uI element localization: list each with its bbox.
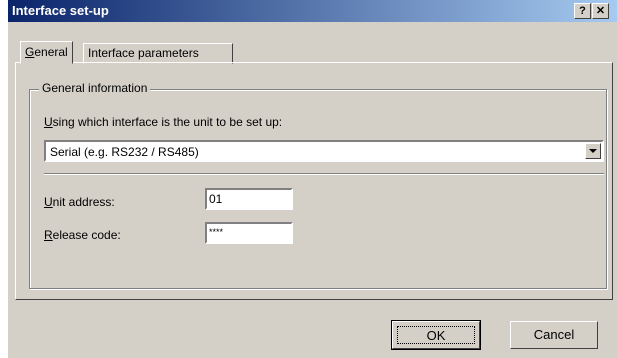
release-code-label: Release code: [44, 228, 121, 242]
tab-general[interactable]: General [20, 41, 73, 64]
group-title: General information [39, 81, 151, 95]
ok-button[interactable]: OK [391, 320, 481, 350]
tab-interface-parameters[interactable]: Interface parameters [83, 43, 233, 64]
chevron-down-icon[interactable] [585, 143, 601, 159]
interface-label: Using which interface is the unit to be … [44, 115, 283, 129]
interface-setup-dialog: Interface set-up ? ✕ General Interface p… [8, 0, 617, 358]
release-code-input[interactable]: **** [205, 222, 293, 244]
close-button[interactable]: ✕ [592, 3, 609, 19]
window-title: Interface set-up [12, 3, 109, 18]
title-bar[interactable]: Interface set-up ? ✕ [8, 0, 617, 22]
interface-select-value: Serial (e.g. RS232 / RS485) [50, 145, 199, 159]
help-button[interactable]: ? [574, 3, 591, 19]
unit-address-input[interactable]: 01 [205, 188, 293, 210]
separator [44, 173, 604, 175]
cancel-button[interactable]: Cancel [510, 321, 598, 349]
interface-select[interactable]: Serial (e.g. RS232 / RS485) [44, 140, 604, 162]
unit-address-label: Unit address: [44, 195, 115, 209]
